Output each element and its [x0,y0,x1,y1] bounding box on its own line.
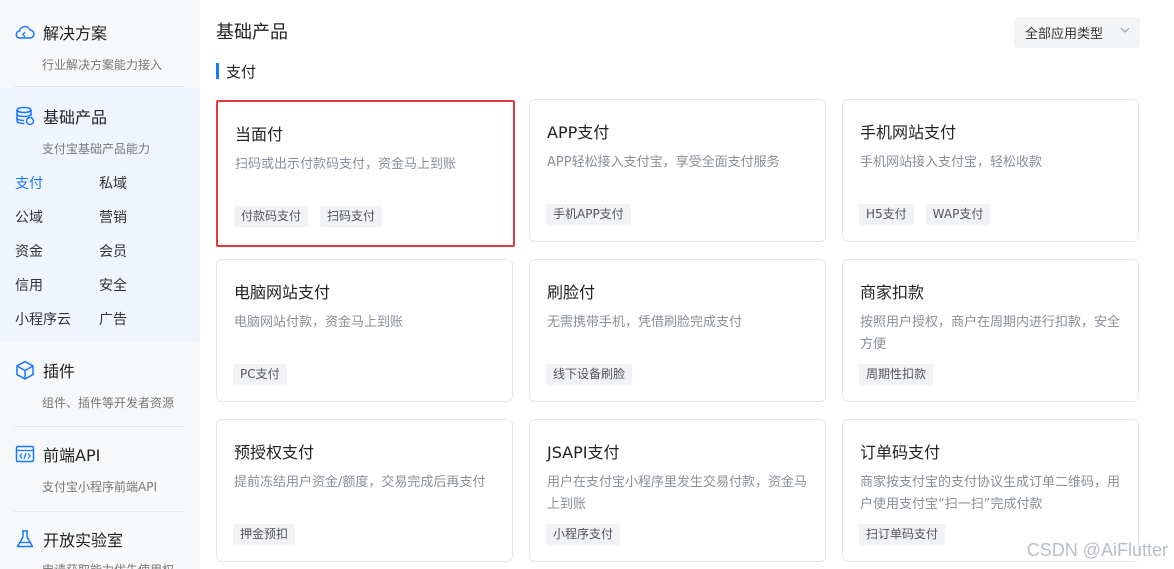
divider [14,426,184,427]
card-tag[interactable]: 线下设备刷脸 [546,364,633,385]
cloud-icon [15,25,35,39]
sidebar-item-membership[interactable]: 会员 [99,241,127,261]
card-tag[interactable]: 押金预扣 [233,524,296,545]
product-card-pc-web-pay[interactable]: 电脑网站支付 电脑网站付款，资金马上到账 PC支付 [216,259,513,402]
sidebar-item-ads[interactable]: 广告 [99,309,127,329]
database-icon [16,106,35,126]
card-title: 预授权支付 [234,443,315,462]
product-card-jsapi-pay[interactable]: JSAPI支付 用户在支付宝小程序里发生交易付款，资金马上到账 小程序支付 [529,419,826,562]
card-title: 刷脸付 [547,283,596,302]
sidebar-item-public-domain[interactable]: 公域 [15,207,43,227]
card-tags: H5支付 WAP支付 [859,204,991,225]
chevron-down-icon [1120,27,1130,33]
card-tag[interactable]: 扫订单码支付 [859,524,946,545]
sidebar-item-marketing[interactable]: 营销 [99,207,127,227]
sidebar-section-products[interactable]: 基础产品 [14,105,107,127]
card-description: 按照用户授权，商户在周期内进行扣款，安全方便 [860,315,1121,352]
card-tag[interactable]: PC支付 [233,364,287,385]
product-card-face-pay[interactable]: 刷脸付 无需携带手机，凭借刷脸完成支付 线下设备刷脸 [529,259,826,402]
card-title: 商家扣款 [860,283,925,302]
card-title: 手机网站支付 [860,123,957,142]
card-title: JSAPI支付 [547,443,620,462]
flask-icon [16,530,34,548]
sidebar-item-credit[interactable]: 信用 [15,275,43,295]
card-tag[interactable]: 周期性扣款 [859,364,934,385]
card-tag[interactable]: 手机APP支付 [546,204,631,225]
card-tag[interactable]: H5支付 [859,204,914,225]
watermark: CSDN @AiFlutter [1026,540,1168,560]
code-window-icon [15,445,35,463]
card-tags: 扫订单码支付 [859,524,946,545]
card-tags: 小程序支付 [546,524,621,545]
card-description: 商家按支付宝的支付协议生成订单二维码，用户使用支付宝“扫一扫”完成付款 [860,475,1121,512]
product-card-app-pay[interactable]: APP支付 APP轻松接入支付宝，享受全面支付服务 手机APP支付 [529,99,826,242]
main-content: 基础产品 全部应用类型 支付 当面付 扫码或出示付款码支付，资金马上到账 付款码… [200,0,1174,569]
sidebar-section-title: 插件 [43,362,76,381]
section-heading-label: 支付 [226,62,257,81]
section-heading: 支付 [216,62,257,81]
cube-icon [16,360,34,380]
sidebar-section-open-lab[interactable]: 开放实验室 [14,528,123,550]
product-card-merchant-deduction[interactable]: 商家扣款 按照用户授权，商户在周期内进行扣款，安全方便 周期性扣款 [842,259,1139,402]
app-type-filter[interactable]: 全部应用类型 [1014,17,1140,48]
card-description: 无需携带手机，凭借刷脸完成支付 [547,315,743,330]
card-description: 提前冻结用户资金/额度，交易完成后再支付 [234,475,486,490]
product-card-mobile-web-pay[interactable]: 手机网站支付 手机网站接入支付宝，轻松收款 H5支付 WAP支付 [842,99,1139,242]
card-tags: 付款码支付 扫码支付 [234,206,383,227]
sidebar: 解决方案 行业解决方案能力接入 基础产品 支付宝基础产品能力 支付 私域 公域 … [0,0,200,569]
sidebar-section-subtitle: 行业解决方案能力接入 [42,58,163,72]
card-tags: 手机APP支付 [546,204,631,225]
card-tag[interactable]: 扫码支付 [320,206,383,227]
sidebar-item-funds[interactable]: 资金 [15,241,43,261]
sidebar-section-title: 前端API [43,446,101,465]
card-title: 当面付 [235,125,284,144]
sidebar-item-payment[interactable]: 支付 [15,173,43,193]
card-description: APP轻松接入支付宝，享受全面支付服务 [547,155,780,170]
card-tags: PC支付 [233,364,287,385]
divider [14,86,184,87]
card-tags: 押金预扣 [233,524,296,545]
sidebar-section-plugins[interactable]: 插件 [14,359,75,381]
sidebar-section-title: 基础产品 [43,108,108,127]
card-description: 电脑网站付款，资金马上到账 [234,315,404,330]
sidebar-item-security[interactable]: 安全 [99,275,127,295]
card-title: 电脑网站支付 [234,283,331,302]
sidebar-section-subtitle: 支付宝小程序前端API [42,480,157,494]
card-title: APP支付 [547,123,610,142]
card-description: 扫码或出示付款码支付，资金马上到账 [235,157,457,172]
card-title: 订单码支付 [860,443,941,462]
sidebar-item-miniprogram-cloud[interactable]: 小程序云 [15,309,71,329]
page-title: 基础产品 [216,22,288,43]
sidebar-section-solutions[interactable]: 解决方案 [14,21,107,43]
product-card-pre-auth-pay[interactable]: 预授权支付 提前冻结用户资金/额度，交易完成后再支付 押金预扣 [216,419,513,562]
card-tags: 线下设备刷脸 [546,364,633,385]
card-tag[interactable]: 付款码支付 [234,206,309,227]
card-tag[interactable]: 小程序支付 [546,524,621,545]
card-description: 手机网站接入支付宝，轻松收款 [860,155,1043,170]
sidebar-section-title: 开放实验室 [43,531,124,550]
product-card-face-to-face-pay[interactable]: 当面付 扫码或出示付款码支付，资金马上到账 付款码支付 扫码支付 [216,100,515,247]
sidebar-section-frontend-api[interactable]: 前端API [14,443,100,465]
filter-label: 全部应用类型 [1025,27,1104,42]
sidebar-item-private-domain[interactable]: 私域 [99,173,127,193]
card-tags: 周期性扣款 [859,364,934,385]
card-tag[interactable]: WAP支付 [925,204,991,225]
divider [14,511,184,512]
card-description: 用户在支付宝小程序里发生交易付款，资金马上到账 [547,475,808,512]
sidebar-section-subtitle: 组件、插件等开发者资源 [42,396,175,410]
sidebar-section-subtitle: 支付宝基础产品能力 [42,142,151,156]
sidebar-section-title: 解决方案 [43,24,108,43]
section-accent-bar [216,63,219,79]
sidebar-section-subtitle: 申请获取能力优先使用权 [42,561,174,569]
